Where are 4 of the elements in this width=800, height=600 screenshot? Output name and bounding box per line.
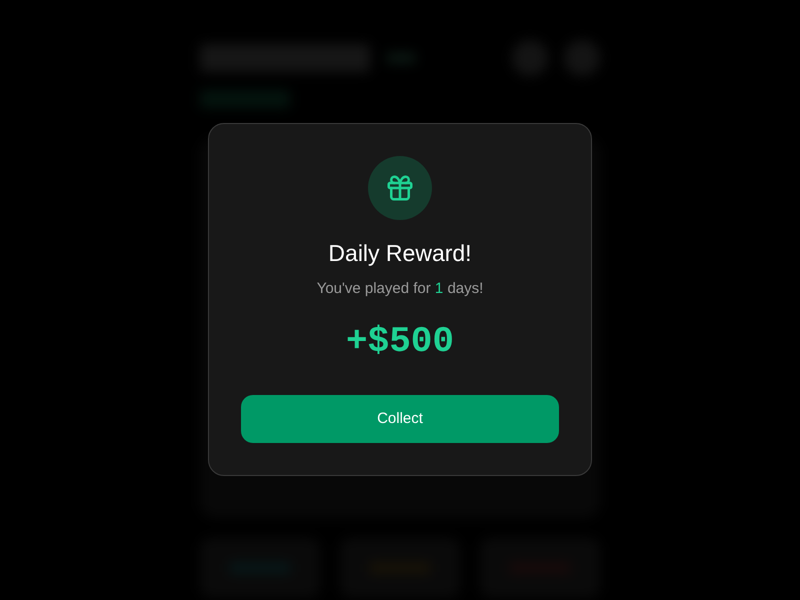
dialog-title: Daily Reward! xyxy=(328,239,472,268)
streak-message: You've played for 1 days! xyxy=(316,279,484,299)
collect-button[interactable]: Collect xyxy=(241,395,559,443)
reward-amount: +$500 xyxy=(346,321,454,363)
